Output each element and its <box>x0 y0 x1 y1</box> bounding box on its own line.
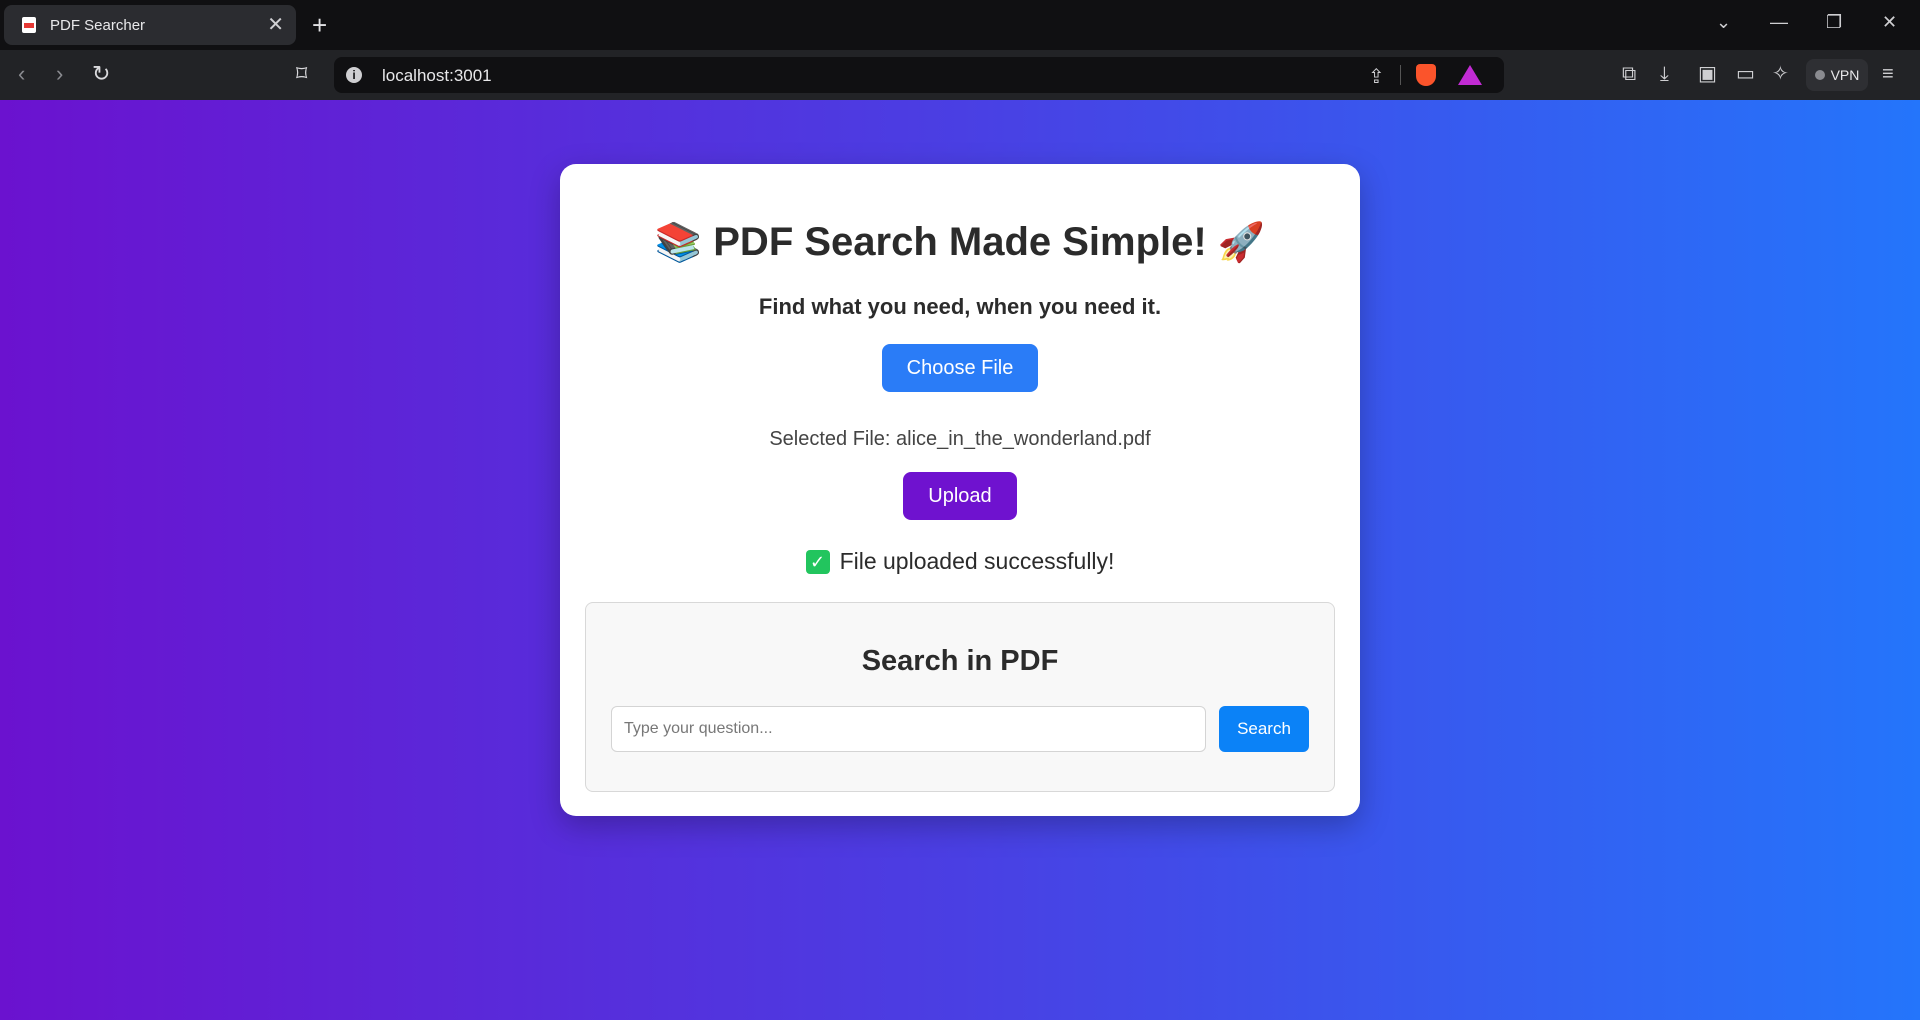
wallet-icon[interactable]: ▭ <box>1736 63 1755 85</box>
rocket-icon: 🚀 <box>1217 222 1266 264</box>
vpn-button[interactable]: VPN <box>1806 59 1868 91</box>
vpn-label: VPN <box>1830 67 1860 83</box>
brave-rewards-icon[interactable] <box>1458 65 1482 85</box>
close-window-icon[interactable]: ✕ <box>1882 12 1897 33</box>
reload-icon[interactable]: ↻ <box>92 63 110 85</box>
brave-shields-icon[interactable] <box>1416 64 1436 86</box>
selected-file-label: Selected File: alice_in_the_wonderland.p… <box>769 428 1151 450</box>
share-icon[interactable]: ⇪ <box>1368 64 1385 89</box>
tab-list-chevron-icon[interactable]: ⌄ <box>1716 12 1731 33</box>
check-icon: ✓ <box>805 549 830 574</box>
page-title-text: PDF Search Made Simple! <box>713 220 1207 264</box>
search-panel: Search in PDF Search <box>585 602 1335 792</box>
tab-title: PDF Searcher <box>50 16 146 34</box>
upload-success-message: ✓ File uploaded successfully! <box>560 548 1360 575</box>
sidebar-icon[interactable]: ▣ <box>1698 63 1717 85</box>
address-divider <box>1400 65 1401 85</box>
search-input[interactable] <box>611 706 1206 752</box>
pdf-favicon-icon <box>22 17 36 33</box>
page-background: 📚 PDF Search Made Simple! 🚀 Find what yo… <box>0 100 1920 1020</box>
browser-toolbar: ‹ › ↻ ⌑ i localhost:3001 ⇪ ⧉ ⤓ ▣ ▭ ✧ VPN… <box>0 50 1920 100</box>
page-title: 📚 PDF Search Made Simple! 🚀 <box>560 220 1360 265</box>
browser-tab-strip: PDF Searcher ✕ + ⌄ — ❐ ✕ <box>0 0 1920 50</box>
subtitle: Find what you need, when you need it. <box>758 294 1162 319</box>
success-text: File uploaded successfully! <box>839 548 1115 574</box>
forward-icon[interactable]: › <box>56 63 63 85</box>
upload-card: 📚 PDF Search Made Simple! 🚀 Find what yo… <box>560 164 1360 816</box>
restore-icon[interactable]: ❐ <box>1826 12 1842 33</box>
address-bar[interactable]: i localhost:3001 ⇪ <box>334 57 1504 93</box>
menu-icon[interactable]: ≡ <box>1882 63 1894 85</box>
url-text[interactable]: localhost:3001 <box>382 66 492 86</box>
close-tab-icon[interactable]: ✕ <box>267 15 284 35</box>
browser-tab[interactable]: PDF Searcher ✕ <box>4 5 296 45</box>
leo-ai-icon[interactable]: ✧ <box>1772 63 1789 85</box>
back-icon[interactable]: ‹ <box>18 63 25 85</box>
books-icon: 📚 <box>654 222 703 264</box>
site-info-icon[interactable]: i <box>346 67 362 83</box>
minimize-icon[interactable]: — <box>1770 12 1788 33</box>
downloads-icon[interactable]: ⤓ <box>1660 63 1669 85</box>
bookmark-icon[interactable]: ⌑ <box>296 63 307 85</box>
upload-button[interactable]: Upload <box>903 472 1017 520</box>
choose-file-button[interactable]: Choose File <box>882 344 1038 392</box>
extensions-icon[interactable]: ⧉ <box>1622 63 1636 85</box>
new-tab-icon[interactable]: + <box>312 10 327 40</box>
search-button[interactable]: Search <box>1219 706 1309 752</box>
vpn-status-icon <box>1814 70 1825 80</box>
search-title: Search in PDF <box>861 645 1059 677</box>
